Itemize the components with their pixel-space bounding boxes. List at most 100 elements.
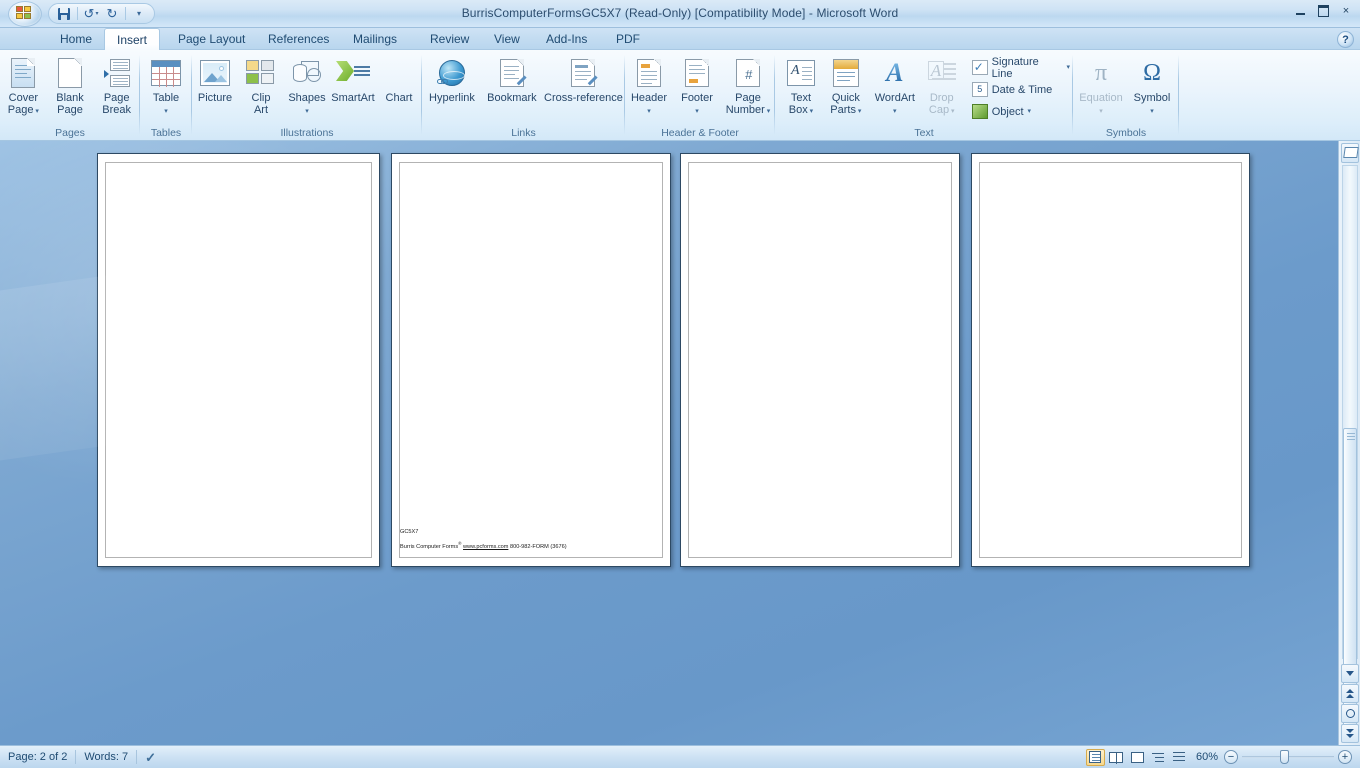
bookmark-button[interactable]: Bookmark [482, 53, 542, 104]
object-icon [971, 104, 988, 119]
tab-add-ins[interactable]: Add-Ins [534, 28, 599, 50]
page-break-button[interactable]: Page Break [93, 53, 140, 116]
shapes-label: Shapes [288, 92, 326, 104]
status-page-indicator[interactable]: Page: 2 of 2 [0, 748, 75, 767]
tab-view[interactable]: View [482, 28, 532, 50]
text-box-label-2: Box [788, 104, 808, 116]
minimize-button[interactable] [1289, 2, 1311, 20]
blank-page-label-2: Page [57, 104, 83, 116]
ribbon-group-text: A Text Box ▾ Quick Parts ▾ A WordArt ▾ A… [775, 50, 1073, 141]
equation-button[interactable]: π Equation ▾ [1075, 53, 1127, 116]
page-3-text-boundary [688, 162, 952, 558]
select-browse-object-button[interactable] [1341, 704, 1359, 723]
group-label-symbols: Symbols [1105, 127, 1147, 139]
zoom-slider[interactable] [1242, 750, 1334, 764]
object-button[interactable]: Object ▾ [969, 101, 1073, 122]
page-spread-1: GC5X7 Burris Computer Forms® www.pcforms… [97, 153, 671, 567]
wordart-icon: A [881, 60, 909, 86]
smartart-icon [336, 60, 370, 86]
text-box-button[interactable]: A Text Box ▾ [779, 53, 823, 116]
drop-cap-button[interactable]: A Drop Cap ▾ [921, 53, 963, 116]
zoom-slider-knob[interactable] [1280, 750, 1289, 764]
chart-button[interactable]: Chart [376, 53, 422, 104]
zoom-out-button[interactable]: − [1224, 750, 1238, 764]
window-title: BurrisComputerFormsGC5X7 (Read-Only) [Co… [461, 6, 899, 20]
scrollbar-track[interactable] [1342, 165, 1358, 728]
page-1-text-boundary [105, 162, 372, 558]
blank-page-button[interactable]: Blank Page [47, 53, 94, 116]
date-time-button[interactable]: 5 Date & Time [969, 79, 1073, 100]
tab-pdf[interactable]: PDF [604, 28, 652, 50]
smartart-button[interactable]: SmartArt [330, 53, 376, 104]
signature-line-button[interactable]: Signature Line ▾ [969, 56, 1073, 80]
proofing-check-icon [145, 748, 162, 767]
cross-reference-button[interactable]: Cross-reference [542, 53, 625, 104]
quick-parts-label-1: Quick [831, 92, 860, 104]
document-page-1[interactable] [97, 153, 380, 567]
tab-review[interactable]: Review [418, 28, 481, 50]
group-label-header-footer: Header & Footer [661, 127, 739, 139]
document-page-2[interactable]: GC5X7 Burris Computer Forms® www.pcforms… [391, 153, 671, 567]
window-controls: × [1289, 2, 1357, 20]
view-outline-button[interactable] [1149, 749, 1168, 766]
split-window-handle[interactable] [1341, 143, 1359, 163]
footer-button[interactable]: Footer ▾ [673, 53, 721, 116]
vertical-scrollbar[interactable] [1338, 141, 1360, 745]
footer-url-link[interactable]: www.pcforms.com [463, 544, 508, 550]
tab-insert[interactable]: Insert [104, 28, 161, 51]
clip-art-button[interactable]: Clip Art [238, 53, 284, 116]
previous-page-button[interactable] [1341, 684, 1359, 703]
view-full-screen-reading-button[interactable] [1107, 749, 1126, 766]
cover-page-icon [11, 58, 36, 88]
cross-reference-icon [571, 59, 596, 87]
view-draft-button[interactable] [1170, 749, 1189, 766]
equation-label: Equation [1079, 92, 1123, 104]
next-page-button[interactable] [1341, 724, 1359, 743]
clip-art-icon [246, 60, 276, 86]
zoom-level-label[interactable]: 60% [1190, 751, 1224, 763]
ribbon-group-links: Hyperlink Bookmark Cross-reference Links [422, 50, 625, 141]
scroll-down-button[interactable] [1341, 664, 1359, 683]
table-label: Table [152, 92, 180, 104]
view-print-layout-button[interactable] [1085, 748, 1105, 766]
tab-references[interactable]: References [256, 28, 341, 50]
close-button[interactable]: × [1335, 2, 1357, 20]
quick-parts-button[interactable]: Quick Parts ▾ [823, 53, 869, 116]
scrollbar-thumb[interactable] [1343, 428, 1357, 728]
table-button[interactable]: Table ▾ [140, 53, 192, 116]
symbol-button[interactable]: Ω Symbol ▾ [1127, 53, 1177, 116]
title-bar: ↺ ▾ ↻ ▾ BurrisComputerFormsGC5X7 (Read-On… [0, 0, 1360, 28]
proofing-status-button[interactable] [137, 748, 169, 767]
maximize-button[interactable] [1312, 2, 1334, 20]
picture-button[interactable]: Picture [192, 53, 238, 104]
header-button[interactable]: Header ▾ [625, 53, 673, 116]
ribbon: Cover Page ▾ Blank Page Page Break Pages [0, 50, 1360, 141]
view-web-layout-button[interactable] [1128, 749, 1147, 766]
page-gutter-2 [960, 153, 971, 567]
page-2-footer-line: Burris Computer Forms® www.pcforms.com 8… [400, 540, 567, 551]
text-box-label-1: Text [790, 92, 812, 104]
status-word-count[interactable]: Words: 7 [76, 748, 136, 767]
hyperlink-button[interactable]: Hyperlink [422, 53, 482, 104]
header-icon [637, 59, 661, 87]
page-number-button[interactable]: # Page Number ▾ [721, 53, 775, 116]
document-page-3[interactable] [680, 153, 960, 567]
page-spread-2 [680, 153, 1250, 567]
document-page-4[interactable] [971, 153, 1250, 567]
document-canvas[interactable]: GC5X7 Burris Computer Forms® www.pcforms… [0, 141, 1338, 745]
tab-page-layout[interactable]: Page Layout [166, 28, 257, 50]
double-chevron-up-icon [1345, 689, 1355, 698]
signature-line-icon [971, 60, 988, 75]
tab-mailings[interactable]: Mailings [341, 28, 409, 50]
help-icon[interactable]: ? [1337, 31, 1354, 48]
tab-home[interactable]: Home [48, 28, 104, 50]
wordart-button[interactable]: A WordArt ▾ [869, 53, 921, 116]
picture-label: Picture [197, 92, 233, 104]
page-2-code-line: GC5X7 [400, 529, 419, 535]
date-time-icon: 5 [971, 82, 988, 97]
shapes-icon [291, 60, 323, 86]
shapes-button[interactable]: Shapes ▾ [284, 53, 330, 116]
zoom-in-button[interactable]: + [1338, 750, 1352, 764]
ribbon-group-symbols: π Equation ▾ Ω Symbol ▾ Symbols [1073, 50, 1179, 141]
cover-page-button[interactable]: Cover Page ▾ [0, 53, 47, 116]
